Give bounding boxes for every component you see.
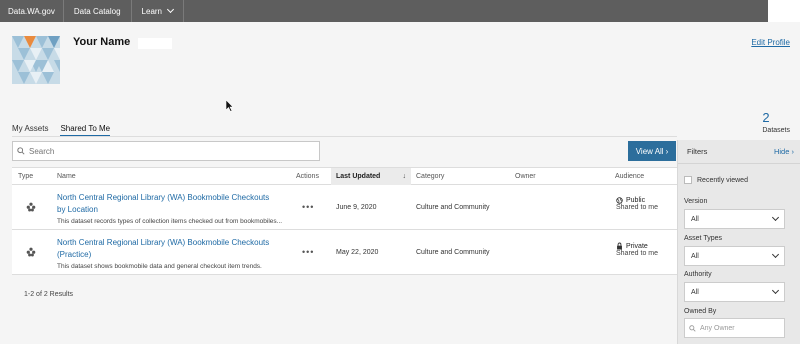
dataset-description: This dataset shows bookmobile data and g… xyxy=(57,263,262,270)
avatar xyxy=(12,36,60,84)
dataset-type-icon xyxy=(26,247,36,259)
owned-by-placeholder: Any Owner xyxy=(700,324,735,332)
last-updated-value: May 22, 2020 xyxy=(336,249,379,256)
view-all-label: View All xyxy=(635,146,664,156)
col-category[interactable]: Category xyxy=(416,168,444,186)
authority-select[interactable]: All xyxy=(684,282,785,302)
chevron-down-icon xyxy=(166,5,175,14)
chevron-down-icon xyxy=(771,286,780,295)
last-updated-value: June 9, 2020 xyxy=(336,204,377,211)
audience-type-label: Public xyxy=(626,197,646,204)
asset-types-select-value: All xyxy=(691,252,699,260)
search-box xyxy=(12,141,320,161)
lock-icon xyxy=(617,242,622,250)
dataset-title-link[interactable]: North Central Regional Library (WA) Book… xyxy=(57,237,279,261)
audience-type: Public xyxy=(616,197,658,204)
hide-filters-label: Hide xyxy=(773,147,790,156)
asset-types-label: Asset Types xyxy=(684,235,723,242)
recently-viewed-option[interactable]: Recently viewed xyxy=(684,176,748,184)
assets-table: Type Name Actions Last Updated ↓ Categor… xyxy=(12,167,677,275)
audience-cell: Public Shared to me xyxy=(616,197,658,211)
top-nav: Data.WA.gov Data Catalog Learn xyxy=(0,0,768,22)
hide-filters-link[interactable]: Hide › xyxy=(774,147,794,156)
dataset-description: This dataset records types of collection… xyxy=(57,218,283,225)
dataset-title-link[interactable]: North Central Regional Library (WA) Book… xyxy=(57,192,279,216)
datasets-count-label: Datasets xyxy=(762,127,790,134)
nav-learn-label: Learn xyxy=(141,6,163,16)
view-all-button[interactable]: View All › xyxy=(628,141,676,161)
owned-by-input[interactable]: Any Owner xyxy=(684,318,785,338)
search-icon xyxy=(17,147,25,155)
shared-status: Shared to me xyxy=(616,250,659,257)
audience-cell: Private Shared to me xyxy=(616,242,659,258)
header-blank xyxy=(768,0,800,22)
recently-viewed-label: Recently viewed xyxy=(697,176,748,184)
dataset-type-icon xyxy=(26,202,36,214)
col-name[interactable]: Name xyxy=(57,168,76,186)
col-last-updated-label: Last Updated xyxy=(336,173,381,180)
nav-learn-menu[interactable]: Learn xyxy=(132,0,185,22)
actions-menu-button[interactable]: ••• xyxy=(302,202,314,212)
nav-data-catalog[interactable]: Data Catalog xyxy=(64,0,132,22)
col-owner[interactable]: Owner xyxy=(515,168,536,186)
assets-panel: View All › Type Name Actions Last Update… xyxy=(12,136,677,344)
table-row: North Central Regional Library (WA) Book… xyxy=(12,185,677,230)
search-input[interactable] xyxy=(29,146,309,156)
chevron-down-icon xyxy=(771,250,780,259)
edit-profile-link[interactable]: Edit Profile xyxy=(751,38,790,47)
version-label: Version xyxy=(684,198,708,205)
filters-title: Filters xyxy=(687,147,708,156)
col-audience[interactable]: Audience xyxy=(615,168,644,186)
filters-panel: Filters Hide › Recently viewed Version A… xyxy=(677,140,800,344)
category-value: Culture and Community xyxy=(416,204,490,211)
filters-header: Filters Hide › xyxy=(678,140,800,164)
chevron-right-icon: › xyxy=(791,147,795,156)
audience-type: Private xyxy=(616,242,658,250)
recently-viewed-checkbox[interactable] xyxy=(684,176,692,184)
name-redaction xyxy=(138,38,172,49)
chevron-right-icon: › xyxy=(665,146,669,156)
actions-menu-button[interactable]: ••• xyxy=(302,247,314,257)
datasets-count: 2 Datasets xyxy=(762,110,790,134)
shared-status: Shared to me xyxy=(616,204,659,211)
chevron-down-icon xyxy=(771,213,780,222)
col-last-updated[interactable]: Last Updated ↓ xyxy=(331,168,411,186)
globe-icon xyxy=(616,197,623,204)
authority-select-value: All xyxy=(691,288,699,296)
audience-type-label: Private xyxy=(626,242,648,250)
authority-label: Authority xyxy=(684,271,712,278)
col-type: Type xyxy=(18,173,34,180)
brand-link[interactable]: Data.WA.gov xyxy=(0,0,64,22)
results-count: 1-2 of 2 Results xyxy=(24,291,74,298)
version-select-value: All xyxy=(691,215,699,223)
table-header: Type Name Actions Last Updated ↓ Categor… xyxy=(12,167,677,186)
col-actions: Actions xyxy=(296,173,319,180)
mouse-cursor-icon xyxy=(226,100,234,112)
datasets-count-number: 2 xyxy=(762,110,770,125)
sort-down-arrow-icon: ↓ xyxy=(402,173,407,180)
profile-name: Your Name xyxy=(73,36,131,48)
search-icon xyxy=(689,324,696,332)
version-select[interactable]: All xyxy=(684,209,785,229)
table-row: North Central Regional Library (WA) Book… xyxy=(12,230,677,275)
owned-by-label: Owned By xyxy=(684,308,717,315)
category-value: Culture and Community xyxy=(416,249,490,256)
asset-types-select[interactable]: All xyxy=(684,246,785,266)
